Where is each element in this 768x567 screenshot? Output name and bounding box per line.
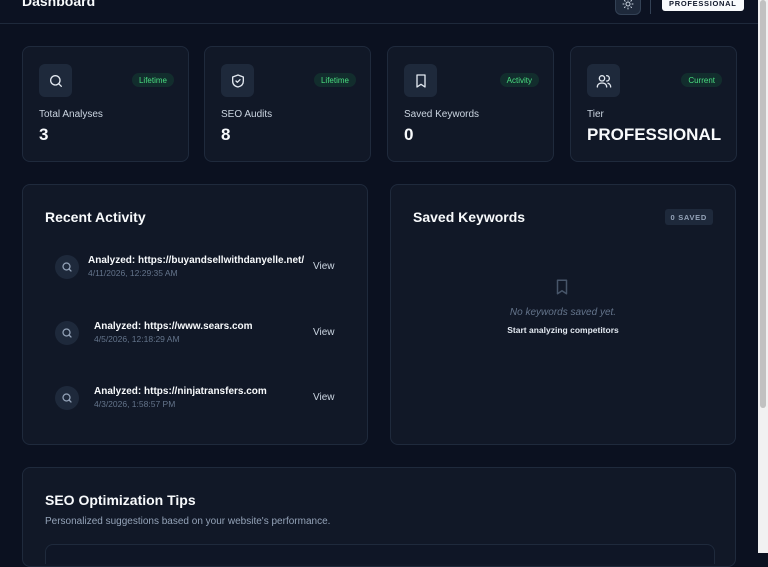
stat-label: Tier — [587, 109, 604, 120]
stat-card-tier: Current Tier PROFESSIONAL — [570, 46, 737, 162]
stat-value: 0 — [404, 125, 414, 144]
saved-keywords-title: Saved Keywords — [413, 209, 526, 225]
stat-badge: Current — [681, 73, 722, 87]
stat-badge: Activity — [499, 73, 539, 87]
stat-label: SEO Audits — [221, 109, 273, 120]
stat-card-saved-keywords: Activity Saved Keywords 0 — [387, 46, 554, 162]
view-button[interactable]: View — [313, 327, 335, 338]
top-bar: Dashboard PROFESSIONAL — [0, 0, 758, 24]
activity-title: Analyzed: https://www.sears.com — [94, 321, 253, 332]
stat-card-seo-audits: Lifetime SEO Audits 8 — [204, 46, 371, 162]
search-icon — [55, 255, 79, 279]
bookmark-icon — [404, 64, 437, 97]
seo-tips-panel: SEO Optimization Tips Personalized sugge… — [22, 467, 736, 567]
stat-badge: Lifetime — [313, 73, 356, 87]
saved-count-badge: 0 SAVED — [664, 209, 713, 225]
activity-title: Analyzed: https://ninjatransfers.com — [94, 386, 267, 397]
activity-item: Analyzed: https://www.sears.com 4/5/2026… — [55, 317, 355, 351]
view-button[interactable]: View — [313, 261, 335, 272]
activity-title: Analyzed: https://buyandsellwithdanyelle… — [88, 255, 305, 266]
bookmark-icon — [556, 279, 568, 295]
search-icon — [55, 386, 79, 410]
recent-activity-title: Recent Activity — [45, 209, 146, 225]
tier-chip: PROFESSIONAL — [662, 0, 744, 11]
empty-state-cta: Start analyzing competitors — [507, 325, 619, 335]
activity-time: 4/3/2026, 1:58:57 PM — [94, 399, 176, 409]
sun-icon — [622, 0, 634, 10]
stat-value: 3 — [39, 125, 49, 144]
activity-time: 4/11/2026, 12:29:35 AM — [88, 268, 178, 278]
stat-card-total-analyses: Lifetime Total Analyses 3 — [22, 46, 189, 162]
shield-icon — [221, 64, 254, 97]
stat-label: Saved Keywords — [404, 109, 480, 120]
search-icon — [39, 64, 72, 97]
view-button[interactable]: View — [313, 392, 335, 403]
stat-label: Total Analyses — [39, 109, 103, 120]
seo-tips-subtitle: Personalized suggestions based on your w… — [45, 516, 331, 527]
stat-value: PROFESSIONAL — [587, 125, 722, 144]
saved-keywords-panel: Saved Keywords 0 SAVED No keywords saved… — [390, 184, 736, 445]
scrollbar-thumb[interactable] — [760, 0, 766, 408]
recent-activity-panel: Recent Activity Analyzed: https://buyand… — [22, 184, 368, 445]
activity-item: Analyzed: https://buyandsellwithdanyelle… — [55, 251, 355, 285]
users-icon — [587, 64, 620, 97]
seo-tips-title: SEO Optimization Tips — [45, 492, 196, 508]
activity-time: 4/5/2026, 12:18:29 AM — [94, 334, 180, 344]
stat-value: 8 — [221, 125, 231, 144]
tips-content-area — [45, 544, 715, 564]
page-title: Dashboard — [22, 0, 96, 9]
empty-state-text: No keywords saved yet. — [509, 307, 617, 318]
toolbar-divider — [650, 0, 651, 14]
search-icon — [55, 321, 79, 345]
theme-toggle-button[interactable] — [615, 0, 641, 15]
stat-badge: Lifetime — [131, 73, 174, 87]
activity-item: Analyzed: https://ninjatransfers.com 4/3… — [55, 382, 355, 416]
